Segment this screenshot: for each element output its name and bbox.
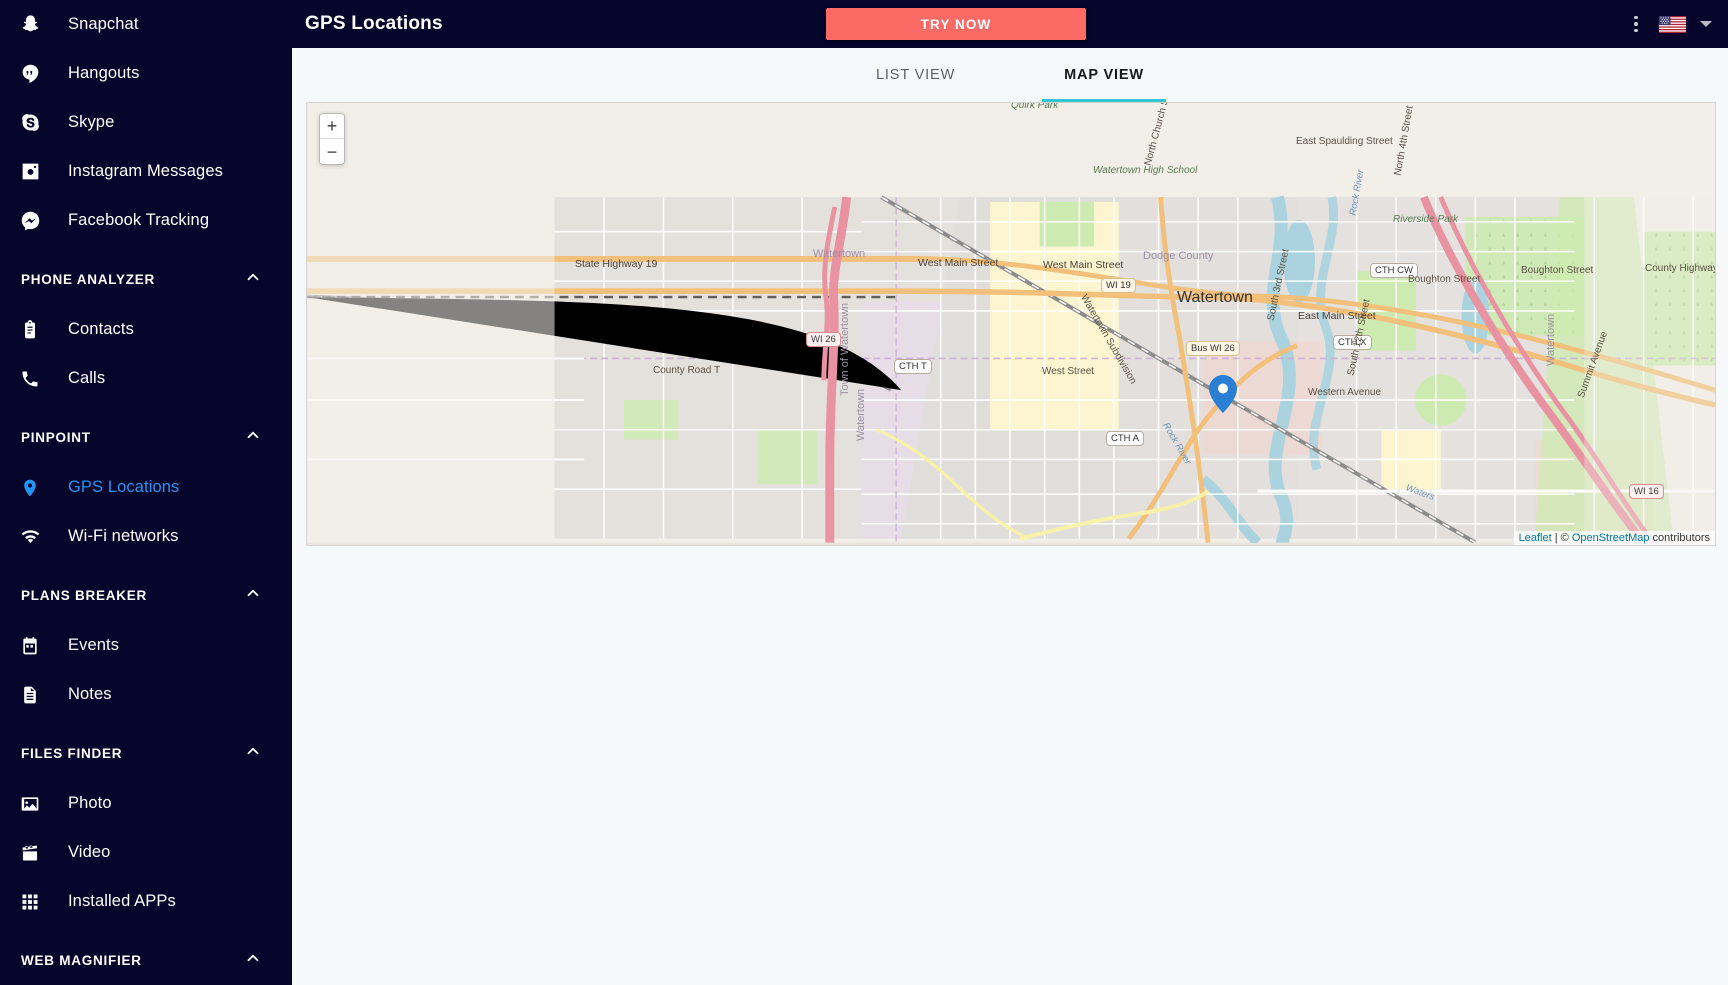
sidebar-group-title: FILES FINDER bbox=[21, 745, 123, 761]
sidebar-item-instagram-messages[interactable]: Instagram Messages bbox=[0, 147, 292, 196]
sidebar-item-calls[interactable]: Calls bbox=[0, 354, 292, 403]
sidebar-group-files-finder[interactable]: FILES FINDER bbox=[0, 727, 292, 779]
more-vertical-icon[interactable] bbox=[1627, 13, 1645, 35]
wifi-icon bbox=[8, 526, 52, 547]
top-bar: GPS Locations TRY NOW bbox=[292, 0, 1728, 48]
sidebar-group-phone-analyzer[interactable]: PHONE ANALYZER bbox=[0, 253, 292, 305]
attribution-suffix: contributors bbox=[1649, 532, 1710, 544]
sidebar-item-label: Facebook Tracking bbox=[68, 211, 210, 229]
sidebar-item-notes[interactable]: Notes bbox=[0, 670, 292, 719]
sidebar-group-title: PHONE ANALYZER bbox=[21, 271, 156, 287]
sidebar-item-video[interactable]: Video bbox=[0, 828, 292, 877]
sidebar-item-hangouts[interactable]: Hangouts bbox=[0, 49, 292, 98]
map-pin-icon bbox=[8, 478, 52, 498]
video-icon bbox=[8, 843, 52, 863]
map-container[interactable]: + − Quirk Park Watertown High School East … bbox=[306, 102, 1716, 546]
chevron-up-icon[interactable] bbox=[244, 426, 262, 449]
try-now-button[interactable]: TRY NOW bbox=[826, 8, 1086, 40]
skype-icon bbox=[8, 112, 52, 133]
sidebar-item-label: Photo bbox=[68, 794, 112, 812]
chevron-up-icon[interactable] bbox=[244, 584, 262, 607]
sidebar-group-title: WEB MAGNIFIER bbox=[21, 952, 142, 968]
snapchat-icon bbox=[8, 14, 52, 35]
sidebar-item-events[interactable]: Events bbox=[0, 621, 292, 670]
zoom-out-button[interactable]: − bbox=[320, 139, 344, 164]
sidebar-item-label: Snapchat bbox=[68, 15, 139, 33]
sidebar-item-skype[interactable]: Skype bbox=[0, 98, 292, 147]
photo-icon bbox=[8, 794, 52, 814]
main-content: GPS Locations TRY NOW LIST VIEW MAP VIEW… bbox=[292, 0, 1728, 985]
hangouts-icon bbox=[8, 63, 52, 84]
contacts-icon bbox=[8, 319, 52, 340]
sidebar-item-label: Video bbox=[68, 843, 111, 861]
chevron-up-icon[interactable] bbox=[244, 949, 262, 972]
chevron-up-icon[interactable] bbox=[244, 742, 262, 765]
openstreetmap-link[interactable]: OpenStreetMap bbox=[1572, 532, 1650, 544]
sidebar-item-installed-apps[interactable]: Installed APPs bbox=[0, 877, 292, 926]
sidebar-item-label: Skype bbox=[68, 113, 115, 131]
facebook-messenger-icon bbox=[8, 210, 52, 231]
sidebar-group-web-magnifier[interactable]: WEB MAGNIFIER bbox=[0, 934, 292, 985]
page-title: GPS Locations bbox=[305, 13, 443, 34]
us-flag-icon[interactable] bbox=[1659, 15, 1686, 33]
chevron-up-icon[interactable] bbox=[244, 268, 262, 291]
sidebar-item-label: Contacts bbox=[68, 320, 134, 338]
sidebar-item-label: Hangouts bbox=[68, 64, 140, 82]
attribution-separator: | © bbox=[1551, 532, 1572, 544]
phone-icon bbox=[8, 369, 52, 389]
sidebar-item-gps-locations[interactable]: GPS Locations bbox=[0, 463, 292, 512]
note-icon bbox=[8, 685, 52, 705]
map-pin-marker[interactable] bbox=[1209, 375, 1237, 413]
zoom-in-button[interactable]: + bbox=[320, 114, 344, 139]
sidebar-item-label: Instagram Messages bbox=[68, 162, 223, 180]
calendar-icon bbox=[8, 636, 52, 656]
sidebar-item-label: Calls bbox=[68, 369, 106, 387]
map-attribution: Leaflet | © OpenStreetMap contributors bbox=[1513, 531, 1715, 545]
sidebar-item-label: Notes bbox=[68, 685, 112, 703]
instagram-icon bbox=[8, 161, 52, 182]
sidebar-group-pinpoint[interactable]: PINPOINT bbox=[0, 411, 292, 463]
sidebar-item-label: Events bbox=[68, 636, 120, 654]
map-zoom-controls[interactable]: + − bbox=[319, 113, 345, 165]
sidebar-item-wi-fi-networks[interactable]: Wi-Fi networks bbox=[0, 512, 292, 561]
apps-grid-icon bbox=[8, 892, 52, 912]
sidebar-item-facebook-tracking[interactable]: Facebook Tracking bbox=[0, 196, 292, 245]
topbar-actions bbox=[1627, 0, 1712, 48]
sidebar-item-label: Wi-Fi networks bbox=[68, 527, 179, 545]
leaflet-link[interactable]: Leaflet bbox=[1519, 532, 1552, 544]
sidebar-item-label: GPS Locations bbox=[68, 478, 180, 496]
sidebar: Snapchat Hangouts Skype Instagram Messages F… bbox=[0, 0, 292, 985]
chevron-down-icon[interactable] bbox=[1700, 21, 1712, 27]
tab-map-view[interactable]: MAP VIEW bbox=[1042, 48, 1166, 102]
view-tabs: LIST VIEW MAP VIEW bbox=[292, 48, 1728, 102]
app-root: Snapchat Hangouts Skype Instagram Messages F… bbox=[0, 0, 1728, 985]
map-canvas bbox=[307, 103, 1715, 543]
sidebar-group-plans-breaker[interactable]: PLANS BREAKER bbox=[0, 569, 292, 621]
sidebar-item-snapchat[interactable]: Snapchat bbox=[0, 0, 292, 49]
sidebar-group-title: PLANS BREAKER bbox=[21, 587, 148, 603]
tab-list-view[interactable]: LIST VIEW bbox=[854, 48, 977, 102]
sidebar-group-title: PINPOINT bbox=[21, 429, 91, 445]
sidebar-item-contacts[interactable]: Contacts bbox=[0, 305, 292, 354]
sidebar-item-photo[interactable]: Photo bbox=[0, 779, 292, 828]
sidebar-item-label: Installed APPs bbox=[68, 892, 176, 910]
